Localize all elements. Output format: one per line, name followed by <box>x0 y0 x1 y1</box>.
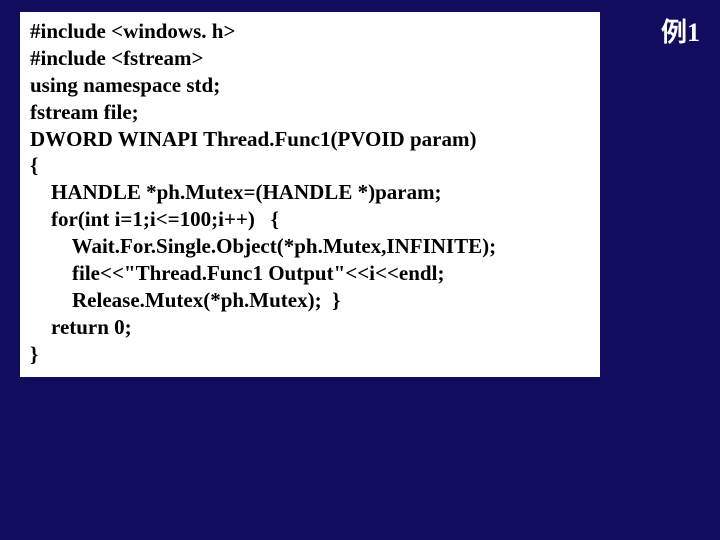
code-line: } <box>30 341 590 368</box>
code-line: file<<"Thread.Func1 Output"<<i<<endl; <box>30 260 590 287</box>
code-line: #include <fstream> <box>30 45 590 72</box>
code-line: using namespace std; <box>30 72 590 99</box>
code-line: #include <windows. h> <box>30 18 590 45</box>
code-line: DWORD WINAPI Thread.Func1(PVOID param) <box>30 126 590 153</box>
code-line: fstream file; <box>30 99 590 126</box>
code-line: Release.Mutex(*ph.Mutex); } <box>30 287 590 314</box>
example-label: 例1 <box>661 12 700 49</box>
code-line: Wait.For.Single.Object(*ph.Mutex,INFINIT… <box>30 233 590 260</box>
code-line: HANDLE *ph.Mutex=(HANDLE *)param; <box>30 179 590 206</box>
code-line: { <box>30 152 590 179</box>
code-block: #include <windows. h> #include <fstream>… <box>20 12 600 377</box>
code-line: return 0; <box>30 314 590 341</box>
code-line: for(int i=1;i<=100;i++) { <box>30 206 590 233</box>
